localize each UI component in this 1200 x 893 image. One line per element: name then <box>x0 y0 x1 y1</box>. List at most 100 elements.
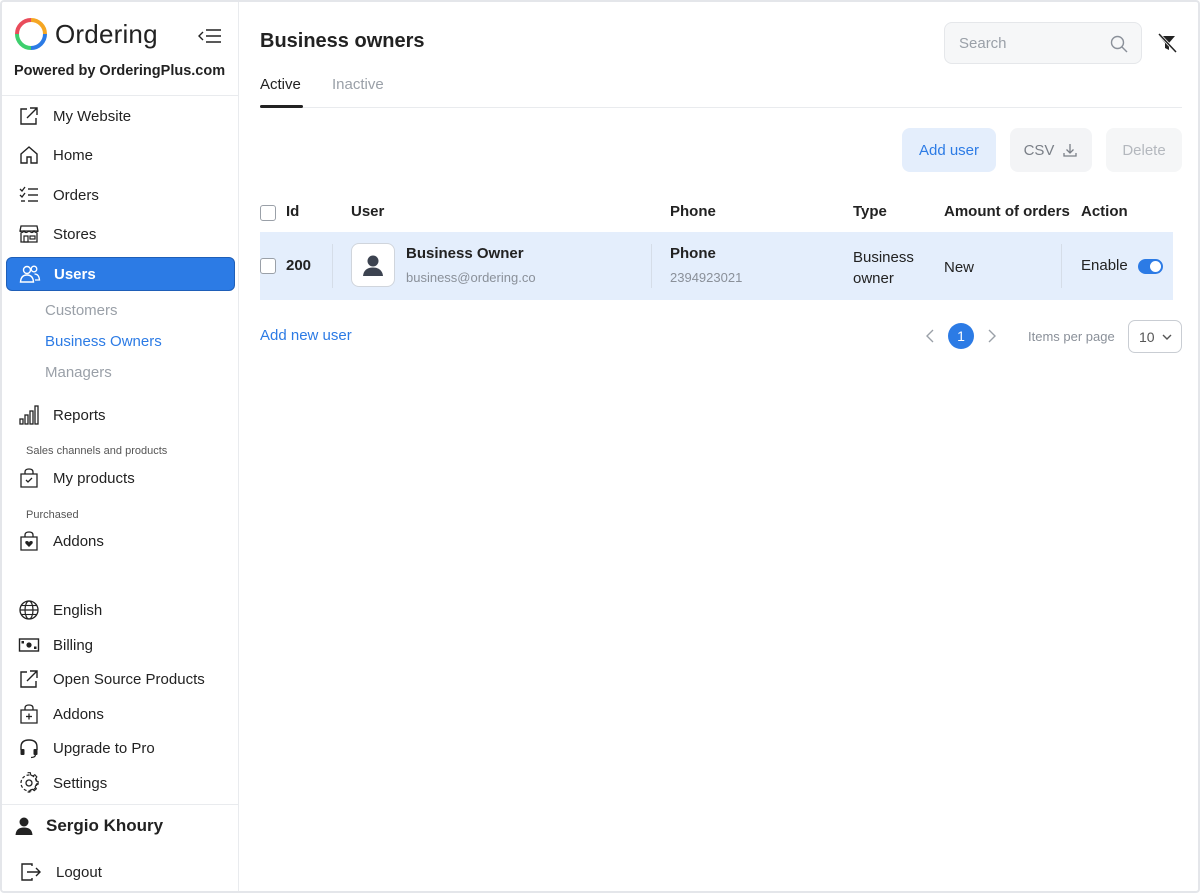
sidebar-item-addons-purchased[interactable]: Addons <box>6 524 235 558</box>
gear-icon <box>18 772 40 794</box>
row-checkbox[interactable] <box>260 258 276 274</box>
sidebar-item-label: Home <box>53 146 94 164</box>
section-label-purchased: Purchased <box>26 509 79 521</box>
sidebar-item-label: Users <box>54 265 96 283</box>
divider <box>2 95 239 96</box>
chevron-left-icon <box>926 329 934 343</box>
collapse-sidebar-button[interactable] <box>196 24 224 48</box>
row-user-email: business@ordering.co <box>406 270 536 285</box>
add-new-user-link[interactable]: Add new user <box>260 327 352 344</box>
list-check-icon <box>18 184 40 206</box>
app-window: Ordering Powered by OrderingPlus.com My … <box>0 0 1200 893</box>
bag-heart-icon <box>18 530 40 552</box>
column-header-phone[interactable]: Phone <box>670 203 716 220</box>
csv-export-button[interactable]: CSV <box>1010 128 1092 172</box>
users-icon <box>19 263 41 285</box>
sidebar-item-label: My products <box>53 469 135 487</box>
sidebar-item-home[interactable]: Home <box>6 138 235 172</box>
cash-icon <box>18 634 40 656</box>
sidebar-subitem-business-owners[interactable]: Business Owners <box>45 333 162 350</box>
sidebar-item-my-website[interactable]: My Website <box>6 99 235 133</box>
sidebar-item-addons[interactable]: Addons <box>6 697 235 731</box>
sidebar-item-my-products[interactable]: My products <box>6 461 235 495</box>
clear-filter-button[interactable] <box>1156 32 1178 54</box>
logout-icon <box>21 863 41 881</box>
page-title: Business owners <box>260 30 425 52</box>
tab-inactive[interactable]: Inactive <box>332 76 384 93</box>
sidebar-item-label: Reports <box>53 406 106 424</box>
sidebar-item-label: Stores <box>53 225 97 243</box>
next-page-button[interactable] <box>986 328 998 347</box>
avatar <box>351 243 395 287</box>
select-all-checkbox[interactable] <box>260 205 276 221</box>
tab-indicator <box>260 105 303 108</box>
row-phone-label: Phone <box>670 245 716 262</box>
collapse-menu-icon <box>198 29 221 43</box>
logo-ring-icon <box>15 18 47 50</box>
table-row[interactable]: 200 Business Owner business@ordering.co … <box>260 232 1173 300</box>
items-per-page-label: Items per page <box>1028 329 1115 344</box>
sidebar-item-label: Billing <box>53 636 94 654</box>
globe-icon <box>18 599 40 621</box>
column-header-action[interactable]: Action <box>1081 203 1128 220</box>
sidebar-item-settings[interactable]: Settings <box>6 766 235 800</box>
brand-logo[interactable]: Ordering <box>14 16 228 52</box>
logout-button[interactable]: Logout <box>20 862 102 882</box>
delete-button[interactable]: Delete <box>1106 128 1182 172</box>
sidebar-item-orders[interactable]: Orders <box>6 178 235 212</box>
sidebar-item-stores[interactable]: Stores <box>6 217 235 251</box>
items-per-page-select[interactable]: 10 <box>1128 320 1182 353</box>
user-profile[interactable]: Sergio Khoury <box>14 816 163 836</box>
sidebar-item-upgrade[interactable]: Upgrade to Pro <box>6 731 235 765</box>
chevron-down-icon <box>1162 334 1172 340</box>
sidebar-item-label: Upgrade to Pro <box>53 739 155 757</box>
divider <box>2 804 239 805</box>
row-phone-number: 2394923021 <box>670 270 743 285</box>
headset-icon <box>18 737 40 759</box>
main-content: Business owners Active Inactive Add user… <box>240 2 1198 891</box>
previous-page-button[interactable] <box>924 328 936 347</box>
sidebar-item-open-source-products[interactable]: Open Source Products <box>6 662 235 696</box>
column-header-type[interactable]: Type <box>853 203 887 220</box>
sidebar-item-billing[interactable]: Billing <box>6 628 235 662</box>
enable-toggle[interactable] <box>1138 259 1163 274</box>
cell-divider <box>651 244 652 288</box>
brand-name: Ordering <box>55 18 158 49</box>
search-box[interactable] <box>944 22 1142 64</box>
sidebar-item-language[interactable]: English <box>6 593 235 627</box>
sidebar-item-label: Addons <box>53 532 104 550</box>
logout-label: Logout <box>56 863 102 881</box>
sidebar-item-reports[interactable]: Reports <box>6 398 235 432</box>
column-header-orders[interactable]: Amount of orders <box>944 203 1070 220</box>
sidebar-item-users[interactable]: Users <box>6 257 235 291</box>
column-header-user[interactable]: User <box>351 203 384 220</box>
home-icon <box>18 144 40 166</box>
person-icon <box>15 817 33 835</box>
sidebar-subitem-customers[interactable]: Customers <box>45 302 118 319</box>
sidebar-subitem-managers[interactable]: Managers <box>45 364 112 381</box>
shop-icon <box>18 223 40 245</box>
bar-chart-icon <box>18 404 40 426</box>
row-user-name: Business Owner <box>406 245 524 262</box>
page-button-current[interactable]: 1 <box>948 323 974 349</box>
tabs: Active Inactive <box>260 70 1182 108</box>
row-id: 200 <box>286 257 312 274</box>
filter-off-icon <box>1157 32 1178 54</box>
tab-active[interactable]: Active <box>260 76 301 93</box>
sidebar-item-label: Orders <box>53 186 99 204</box>
csv-label: CSV <box>1023 141 1055 159</box>
add-user-button[interactable]: Add user <box>902 128 996 172</box>
sidebar-item-label: Addons <box>53 705 104 723</box>
bag-plus-icon <box>18 703 40 725</box>
column-header-id[interactable]: Id <box>286 203 299 220</box>
sidebar-item-label: English <box>53 601 103 619</box>
sidebar-item-label: Settings <box>53 774 108 792</box>
table-header: Id User Phone Type Amount of orders Acti… <box>260 192 1173 230</box>
bag-check-icon <box>18 467 40 489</box>
sidebar-item-label: Open Source Products <box>53 670 205 688</box>
sidebar: Ordering Powered by OrderingPlus.com My … <box>2 2 239 891</box>
row-type-line1: Business <box>853 249 914 266</box>
external-link-icon <box>18 105 40 127</box>
search-input[interactable] <box>959 34 1099 52</box>
powered-by-text: Powered by OrderingPlus.com <box>14 63 226 79</box>
